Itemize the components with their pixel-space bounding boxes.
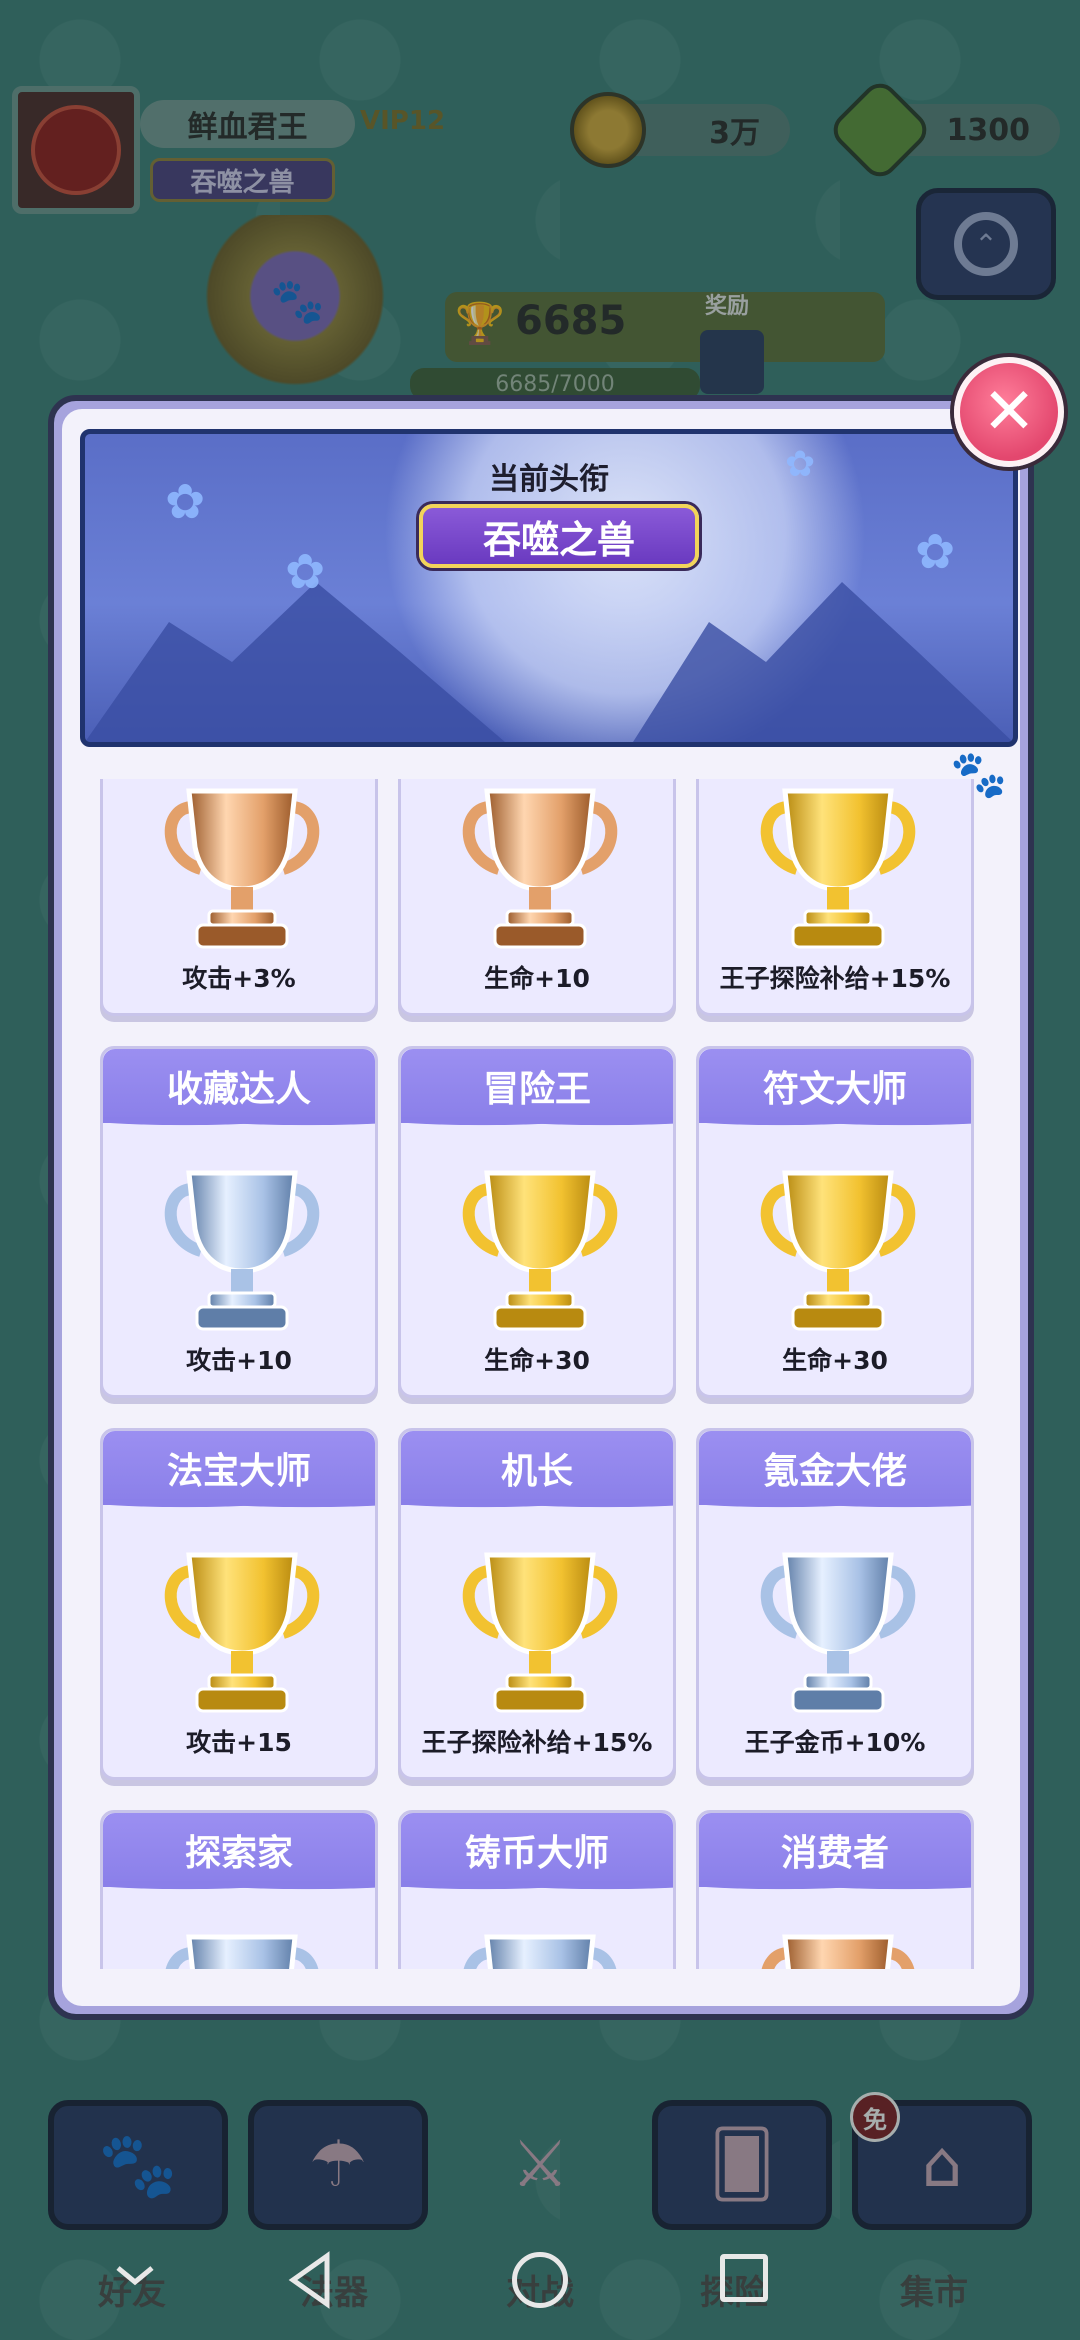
title-card-bonus: 王子探险补给+15% <box>421 1728 653 1757</box>
title-card[interactable]: 铸币大师 <box>398 1810 676 1969</box>
current-title-plate: 吞噬之兽 <box>419 504 699 568</box>
title-card-bonus: 生命+30 <box>782 1346 888 1375</box>
title-card-name: 法宝大师 <box>103 1431 375 1513</box>
silver-trophy-icon <box>164 1170 320 1331</box>
title-collection-modal: ✿ ✿ ✿ ✿ 当前头衔 吞噬之兽 🐾 攻击+3% 生命+10 王子探险补给+1… <box>48 395 1034 2020</box>
current-title-banner: ✿ ✿ ✿ ✿ 当前头衔 吞噬之兽 <box>80 429 1018 747</box>
silver-trophy-icon <box>165 1934 319 1969</box>
title-card-name: 冒险王 <box>401 1049 673 1131</box>
title-card[interactable]: 消费者 <box>696 1810 974 1969</box>
flower-icon: ✿ <box>285 544 326 600</box>
title-card-name: 收藏达人 <box>103 1049 375 1131</box>
home-icon[interactable] <box>512 2252 568 2308</box>
gold-trophy-icon <box>462 1552 618 1713</box>
title-card[interactable]: 符文大师 生命+30 <box>696 1046 974 1398</box>
close-button[interactable]: ✕ <box>954 357 1064 467</box>
gold-trophy-icon <box>760 788 916 949</box>
title-card[interactable]: 生命+10 <box>398 779 676 1016</box>
modal-body: ✿ ✿ ✿ ✿ 当前头衔 吞噬之兽 🐾 攻击+3% 生命+10 王子探险补给+1… <box>62 409 1020 2006</box>
title-card-bonus: 王子探险补给+15% <box>719 964 951 993</box>
chevron-down-icon[interactable] <box>110 2250 160 2300</box>
title-card[interactable]: 王子探险补给+15% <box>696 779 974 1016</box>
bronze-trophy-icon <box>164 788 320 949</box>
system-nav-bar <box>0 2230 1080 2340</box>
silver-trophy-icon <box>760 1552 916 1713</box>
flower-icon: ✿ <box>915 524 956 580</box>
title-card-name: 机长 <box>401 1431 673 1513</box>
title-card-bonus: 生命+30 <box>484 1346 590 1375</box>
gold-trophy-icon <box>164 1552 320 1713</box>
title-card-bonus: 攻击+3% <box>182 964 296 993</box>
current-title-label: 当前头衔 <box>489 462 609 497</box>
title-card[interactable]: 攻击+3% <box>100 779 378 1016</box>
close-icon: ✕ <box>982 375 1036 449</box>
gold-trophy-icon <box>462 1170 618 1331</box>
mountain-decoration <box>633 582 1013 742</box>
title-card[interactable]: 探索家 <box>100 1810 378 1969</box>
bronze-trophy-icon <box>761 1934 915 1969</box>
bronze-trophy-icon <box>462 788 618 949</box>
title-card-name: 消费者 <box>699 1813 971 1895</box>
title-card-bonus: 王子金币+10% <box>744 1728 926 1757</box>
title-card-name: 氪金大佬 <box>699 1431 971 1513</box>
title-card[interactable]: 收藏达人 攻击+10 <box>100 1046 378 1398</box>
title-grid[interactable]: 攻击+3% 生命+10 王子探险补给+15% 收藏达人 攻击+10 冒险王 生命… <box>90 779 996 1969</box>
gold-trophy-icon <box>760 1170 916 1331</box>
title-card-bonus: 攻击+15 <box>186 1728 292 1757</box>
recent-apps-icon[interactable] <box>720 2254 768 2302</box>
title-card-name: 符文大师 <box>699 1049 971 1131</box>
title-card-bonus: 攻击+10 <box>186 1346 292 1375</box>
silver-trophy-icon <box>463 1934 617 1969</box>
title-card[interactable]: 氪金大佬 王子金币+10% <box>696 1428 974 1780</box>
back-icon[interactable] <box>285 2250 335 2310</box>
title-card-bonus: 生命+10 <box>484 964 590 993</box>
title-card-name: 探索家 <box>103 1813 375 1895</box>
title-card-name: 铸币大师 <box>401 1813 673 1895</box>
title-card[interactable]: 机长 王子探险补给+15% <box>398 1428 676 1780</box>
title-card[interactable]: 法宝大师 攻击+15 <box>100 1428 378 1780</box>
title-card[interactable]: 冒险王 生命+30 <box>398 1046 676 1398</box>
